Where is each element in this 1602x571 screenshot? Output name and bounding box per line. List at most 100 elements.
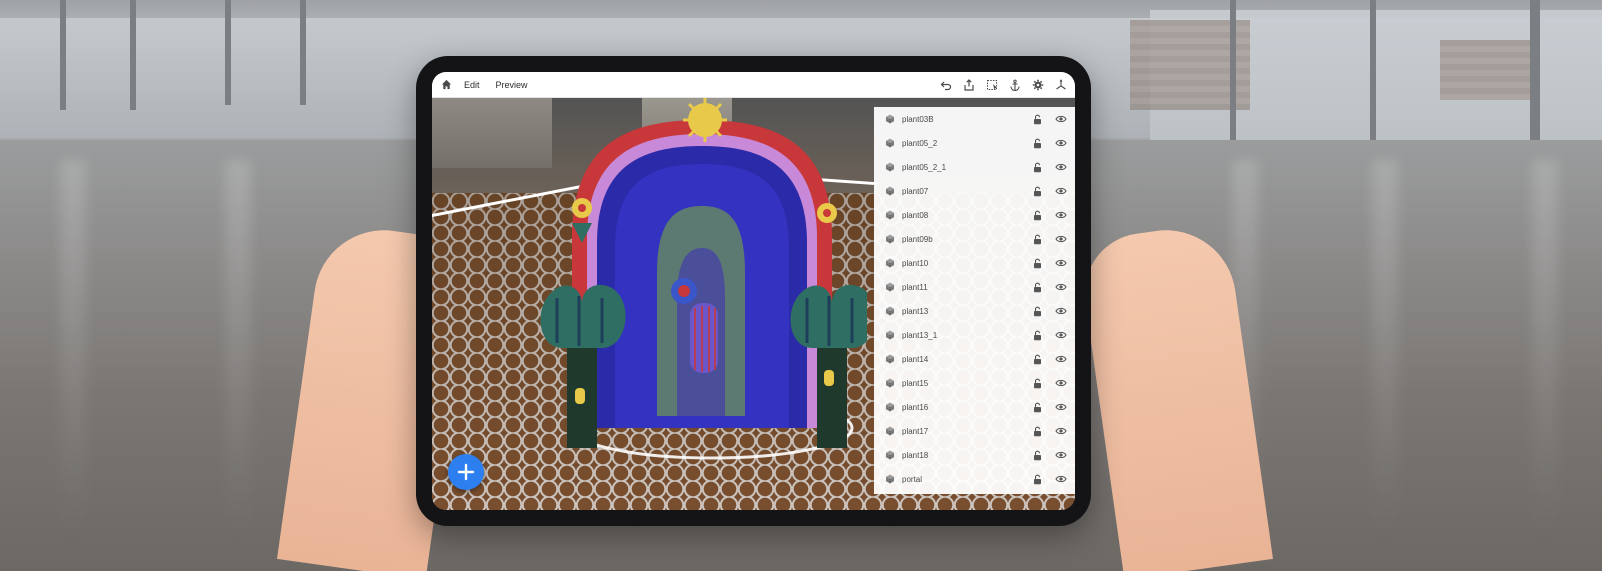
unlock-icon[interactable]	[1031, 425, 1043, 437]
cube-icon	[884, 138, 895, 149]
layer-row[interactable]: plant14	[874, 347, 1075, 371]
app-screen: Edit Preview plant03B plant05_2 plant05_…	[432, 72, 1075, 510]
eye-icon[interactable]	[1055, 257, 1067, 269]
top-toolbar: Edit Preview	[432, 72, 1075, 98]
cube-icon	[884, 450, 895, 461]
layer-name: plant14	[902, 354, 929, 364]
eye-icon[interactable]	[1055, 209, 1067, 221]
layer-row[interactable]: plant10	[874, 251, 1075, 275]
tab-preview[interactable]: Preview	[496, 80, 528, 90]
eye-icon[interactable]	[1055, 137, 1067, 149]
layer-row[interactable]: plant13_1	[874, 323, 1075, 347]
eye-icon[interactable]	[1055, 233, 1067, 245]
eye-icon[interactable]	[1055, 377, 1067, 389]
eye-icon[interactable]	[1055, 425, 1067, 437]
layer-name: plant18	[902, 450, 929, 460]
layer-row[interactable]: plant11	[874, 275, 1075, 299]
unlock-icon[interactable]	[1031, 401, 1043, 413]
eye-icon[interactable]	[1055, 305, 1067, 317]
unlock-icon[interactable]	[1031, 113, 1043, 125]
unlock-icon[interactable]	[1031, 329, 1043, 341]
cube-icon	[884, 426, 895, 437]
undo-icon[interactable]	[938, 77, 954, 93]
eye-icon[interactable]	[1055, 113, 1067, 125]
add-object-button[interactable]	[448, 454, 484, 490]
layer-row[interactable]: portal	[874, 467, 1075, 491]
unlock-icon[interactable]	[1031, 209, 1043, 221]
window-mullion	[300, 0, 306, 105]
unlock-icon[interactable]	[1031, 449, 1043, 461]
cube-icon	[884, 378, 895, 389]
anchor-icon[interactable]	[1007, 77, 1023, 93]
layer-row[interactable]: plant05_2_1	[874, 155, 1075, 179]
unlock-icon[interactable]	[1031, 305, 1043, 317]
eye-icon[interactable]	[1055, 161, 1067, 173]
floor-reflection	[1372, 160, 1398, 540]
unlock-icon[interactable]	[1031, 257, 1043, 269]
brick-wall	[1440, 40, 1540, 100]
unlock-icon[interactable]	[1031, 185, 1043, 197]
settings-icon[interactable]	[1030, 77, 1046, 93]
layer-name: plant05_2	[902, 138, 938, 148]
select-area-icon[interactable]	[984, 77, 1000, 93]
unlock-icon[interactable]	[1031, 377, 1043, 389]
layers-panel: plant03B plant05_2 plant05_2_1 plant07 plant…	[874, 107, 1075, 494]
layer-name: plant16	[902, 402, 929, 412]
unlock-icon[interactable]	[1031, 233, 1043, 245]
cube-icon	[884, 330, 895, 341]
portal-arch-model[interactable]	[527, 98, 867, 510]
cube-icon	[884, 234, 895, 245]
layer-name: plant05_2_1	[902, 162, 947, 172]
window-mullion	[130, 0, 136, 110]
unlock-icon[interactable]	[1031, 161, 1043, 173]
layer-row[interactable]: plant17	[874, 419, 1075, 443]
share-icon[interactable]	[961, 77, 977, 93]
eye-icon[interactable]	[1055, 449, 1067, 461]
axes-icon[interactable]	[1053, 77, 1069, 93]
cube-icon	[884, 474, 895, 485]
layer-row[interactable]: plant15	[874, 371, 1075, 395]
window-mullion	[60, 0, 66, 110]
unlock-icon[interactable]	[1031, 281, 1043, 293]
layer-row[interactable]: plant09b	[874, 227, 1075, 251]
layer-name: plant13_1	[902, 330, 938, 340]
floor-reflection	[60, 160, 86, 540]
eye-icon[interactable]	[1055, 185, 1067, 197]
eye-icon[interactable]	[1055, 329, 1067, 341]
layer-row[interactable]: plant03B	[874, 107, 1075, 131]
eye-icon[interactable]	[1055, 281, 1067, 293]
cube-icon	[884, 258, 895, 269]
layer-name: plant17	[902, 426, 929, 436]
toolbar-tools	[938, 77, 1069, 93]
layer-name: plant10	[902, 258, 929, 268]
layer-name: portal	[902, 474, 923, 484]
ar-scene-viewport[interactable]: plant03B plant05_2 plant05_2_1 plant07 plant…	[432, 98, 1075, 510]
window-mullion	[225, 0, 231, 105]
cube-icon	[884, 306, 895, 317]
layer-name: plant03B	[902, 114, 934, 124]
eye-icon[interactable]	[1055, 353, 1067, 365]
cube-icon	[884, 114, 895, 125]
layer-name: plant07	[902, 186, 929, 196]
layer-name: plant11	[902, 282, 928, 292]
cube-icon	[884, 402, 895, 413]
tab-edit[interactable]: Edit	[464, 80, 480, 90]
unlock-icon[interactable]	[1031, 353, 1043, 365]
eye-icon[interactable]	[1055, 473, 1067, 485]
layer-row[interactable]: plant08	[874, 203, 1075, 227]
layer-name: plant15	[902, 378, 929, 388]
eye-icon[interactable]	[1055, 401, 1067, 413]
unlock-icon[interactable]	[1031, 137, 1043, 149]
cube-icon	[884, 162, 895, 173]
home-icon[interactable]	[438, 77, 454, 93]
floor-reflection	[225, 160, 251, 540]
tablet-device: Edit Preview plant03B plant05_2 plant05_…	[416, 56, 1091, 526]
layer-name: plant08	[902, 210, 929, 220]
layer-row[interactable]: plant18	[874, 443, 1075, 467]
layer-row[interactable]: plant16	[874, 395, 1075, 419]
layer-row[interactable]: plant05_2	[874, 131, 1075, 155]
unlock-icon[interactable]	[1031, 473, 1043, 485]
layer-row[interactable]: plant13	[874, 299, 1075, 323]
layer-row[interactable]: plant07	[874, 179, 1075, 203]
cube-icon	[884, 282, 895, 293]
